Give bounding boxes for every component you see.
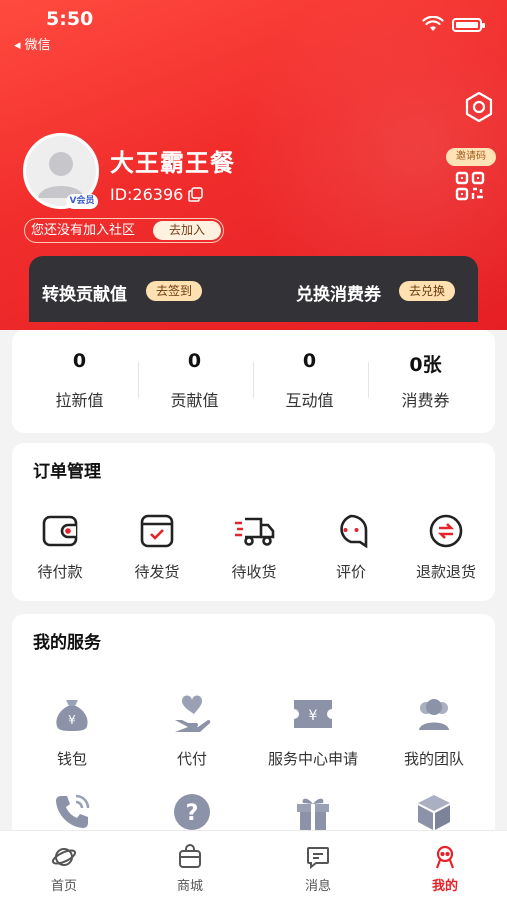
stat-interaction[interactable]: 0 互动值 xyxy=(252,330,367,433)
tab-home[interactable]: 首页 xyxy=(4,843,124,894)
service-my-team[interactable]: 我的团队 xyxy=(374,692,494,769)
stat-value: 0 xyxy=(187,350,202,372)
service-label: 代付 xyxy=(176,750,207,768)
bottom-tab-bar: 首页 商城 消息 我的 xyxy=(0,830,507,900)
stat-vouchers[interactable]: 0张 消费券 xyxy=(368,330,483,433)
heart-hand-icon xyxy=(132,692,252,736)
service-label: 钱包 xyxy=(56,750,87,768)
profile-icon xyxy=(385,843,505,871)
tab-label: 我的 xyxy=(431,879,458,894)
tab-mall[interactable]: 商城 xyxy=(130,843,250,894)
copy-icon[interactable] xyxy=(188,187,203,206)
checkin-button[interactable]: 去签到 xyxy=(146,281,203,301)
order-label: 待收货 xyxy=(231,563,277,581)
cube-icon xyxy=(374,790,494,834)
tab-messages[interactable]: 消息 xyxy=(258,843,378,894)
order-label: 待发货 xyxy=(134,563,180,581)
order-pending-shipment[interactable]: 待发货 xyxy=(109,511,205,582)
redeem-button[interactable]: 去兑换 xyxy=(399,281,456,301)
status-time: 5:50 xyxy=(46,8,94,30)
order-pending-receipt[interactable]: 待收货 xyxy=(206,511,302,582)
wifi-icon xyxy=(422,15,444,36)
tab-mine[interactable]: 我的 xyxy=(385,843,505,894)
stat-label: 拉新值 xyxy=(55,391,104,410)
user-nickname: 大王霸王餐 xyxy=(110,149,235,177)
service-center-apply[interactable]: ¥ 服务中心申请 xyxy=(253,692,373,769)
order-label: 评价 xyxy=(335,563,366,581)
community-status: 您还没有加入社区 去加入 xyxy=(24,218,224,243)
message-icon xyxy=(258,843,378,871)
community-text: 您还没有加入社区 xyxy=(31,223,136,238)
stat-contribution[interactable]: 0 贡献值 xyxy=(137,330,252,433)
stat-value: 0 xyxy=(302,350,317,372)
tab-label: 消息 xyxy=(304,879,331,894)
money-bag-icon: ¥ xyxy=(12,692,132,736)
settings-icon[interactable] xyxy=(463,91,495,127)
order-label: 退款退货 xyxy=(415,563,476,581)
join-community-button[interactable]: 去加入 xyxy=(153,221,221,240)
ticket-icon: ¥ xyxy=(253,692,373,736)
order-pending-payment[interactable]: 待付款 xyxy=(12,511,108,582)
phone-icon xyxy=(12,790,132,834)
planet-icon xyxy=(4,843,124,871)
gift-icon xyxy=(253,790,373,834)
status-bar: 5:50 ◂ 微信 xyxy=(0,0,507,56)
qr-code-icon[interactable] xyxy=(455,171,485,205)
service-wallet[interactable]: ¥ 钱包 xyxy=(12,692,132,769)
stat-value: 0张 xyxy=(409,354,442,376)
service-package[interactable] xyxy=(374,790,494,834)
help-icon: ? xyxy=(132,790,252,834)
battery-icon xyxy=(452,18,485,32)
order-management-card: 订单管理 待付款 待发货 待收货 评价 退款退货 xyxy=(12,443,495,601)
convert-contribution-label: 转换贡献值 xyxy=(42,285,127,305)
section-title: 我的服务 xyxy=(33,633,101,653)
service-help[interactable]: ? xyxy=(132,790,252,834)
svg-text:¥: ¥ xyxy=(309,708,318,724)
stat-value: 0 xyxy=(72,350,87,372)
stats-card: 0 拉新值 0 贡献值 0 互动值 0张 消费券 xyxy=(12,330,495,433)
refund-icon xyxy=(398,511,494,551)
stat-label: 贡献值 xyxy=(170,391,219,410)
shop-bag-icon xyxy=(130,843,250,871)
order-refund[interactable]: 退款退货 xyxy=(398,511,494,582)
service-pay-for-others[interactable]: 代付 xyxy=(132,692,252,769)
tab-label: 首页 xyxy=(50,879,77,894)
truck-icon xyxy=(206,511,302,551)
svg-text:?: ? xyxy=(186,801,199,826)
section-title: 订单管理 xyxy=(33,462,101,482)
back-to-wechat[interactable]: ◂ 微信 xyxy=(14,34,51,53)
vip-badge: V会员 xyxy=(66,194,98,209)
invite-code-badge[interactable]: 邀请码 xyxy=(446,148,496,166)
stat-label: 互动值 xyxy=(285,391,334,410)
order-label: 待付款 xyxy=(37,563,83,581)
user-id: ID:26396 xyxy=(110,185,184,204)
my-services-card: 我的服务 ¥ 钱包 代付 ¥ 服务中心申请 我的团队 ? xyxy=(12,614,495,854)
wallet-icon xyxy=(12,511,108,551)
order-review[interactable]: 评价 xyxy=(303,511,399,582)
service-gift[interactable] xyxy=(253,790,373,834)
service-label: 服务中心申请 xyxy=(267,750,358,768)
profile-header: 5:50 ◂ 微信 邀请码 V会员 大王霸王餐 ID:26396 您还没有加入社… xyxy=(0,0,507,330)
redeem-voucher-label: 兑换消费券 xyxy=(296,285,381,305)
team-icon xyxy=(374,692,494,736)
stat-label: 消费券 xyxy=(401,391,450,410)
tab-label: 商城 xyxy=(176,879,203,894)
box-check-icon xyxy=(109,511,205,551)
chat-bubble-icon xyxy=(303,511,399,551)
service-phone[interactable] xyxy=(12,790,132,834)
service-label: 我的团队 xyxy=(403,750,464,768)
stat-referral[interactable]: 0 拉新值 xyxy=(22,330,137,433)
promo-bar: 转换贡献值 去签到 兑换消费券 去兑换 xyxy=(29,256,478,322)
svg-text:¥: ¥ xyxy=(68,713,76,727)
